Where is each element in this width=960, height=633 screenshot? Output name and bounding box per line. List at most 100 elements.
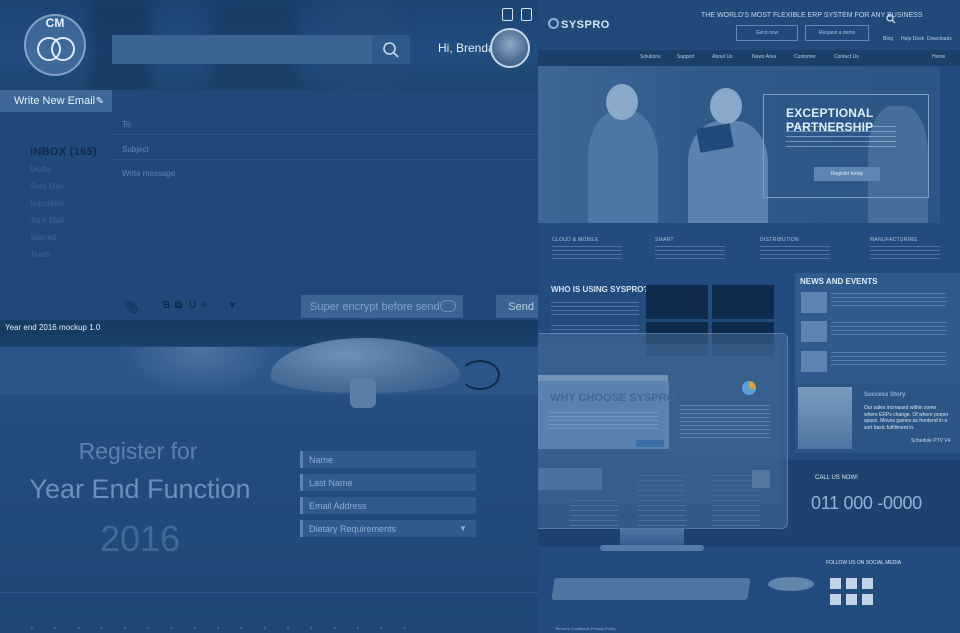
syspro-nav — [538, 50, 960, 66]
news-thumbnail[interactable] — [801, 292, 827, 313]
list-button[interactable]: ≡ — [201, 300, 207, 311]
syspro-search-icon[interactable] — [886, 11, 896, 29]
to-field[interactable]: To — [122, 120, 130, 129]
nav-item-about[interactable]: About Us — [712, 54, 733, 60]
sidebar-item-important[interactable]: Important — [30, 199, 64, 208]
news-item-text[interactable] — [831, 293, 946, 307]
news-thumbnail[interactable] — [801, 351, 827, 372]
promo-link[interactable]: Schedule PTV V4 — [911, 438, 950, 444]
category-text-4 — [870, 246, 940, 262]
compose-label: Write New Email — [14, 95, 96, 107]
news-thumbnail[interactable] — [801, 321, 827, 342]
attachment-icon[interactable]: 📎︎ — [124, 300, 139, 314]
googleplus-icon[interactable] — [862, 578, 873, 589]
chevron-down-icon: ▼ — [459, 524, 467, 533]
category-cloud-mobile[interactable]: CLOUD & MOBILE — [552, 237, 599, 243]
request-demo-button[interactable]: Request a demo — [805, 25, 869, 41]
sidebar-item-drafts[interactable]: Drafts — [30, 165, 51, 174]
inbox-count: (165) — [69, 146, 97, 158]
header-link-downloads[interactable]: Downloads — [927, 36, 952, 42]
search-button[interactable] — [372, 35, 410, 64]
register-today-button[interactable]: Register today — [814, 167, 880, 181]
linkedin-icon[interactable] — [862, 594, 873, 605]
sidebar-item-trash[interactable]: Trash — [30, 250, 50, 259]
twitter-icon[interactable] — [846, 578, 857, 589]
cm-logo-text: CM — [45, 16, 65, 30]
nav-item-support[interactable]: Support — [677, 54, 695, 60]
rings-icon — [37, 37, 75, 61]
encrypt-toggle[interactable] — [440, 300, 456, 312]
pencil-icon: ✎ — [95, 96, 104, 107]
subject-field[interactable]: Subject — [122, 145, 149, 154]
header-link-helpdesk[interactable]: Help Desk — [901, 36, 924, 42]
chart-icon — [742, 381, 756, 395]
nav-item-contact[interactable]: Contact Us — [834, 54, 859, 60]
sidebar-item-starred[interactable]: Starred — [30, 233, 56, 242]
get-it-now-button[interactable]: Get it now — [736, 25, 798, 41]
category-distribution[interactable]: DISTRIBUTION — [760, 237, 799, 243]
search-icon — [383, 41, 399, 58]
nav-item-home[interactable]: Home — [932, 54, 945, 60]
phone-number[interactable]: 011 000 -0000 — [811, 493, 922, 514]
client-logo[interactable] — [712, 285, 774, 319]
social-media-label: FOLLOW US ON SOCIAL MEDIA — [826, 560, 902, 566]
news-item-text[interactable] — [831, 352, 946, 366]
news-title: NEWS AND EVENTS — [800, 277, 878, 286]
mockup-title: Year end 2016 mockup 1.0 — [0, 320, 538, 335]
send-button[interactable]: Send — [496, 295, 538, 318]
browser-bar — [0, 335, 538, 346]
flickr-icon[interactable] — [846, 594, 857, 605]
inbox-label: INBOX — [30, 146, 67, 158]
divider — [0, 592, 538, 593]
call-us-label: CALL US NOW! — [815, 475, 858, 481]
youtube-icon[interactable] — [830, 594, 841, 605]
category-text-2 — [655, 246, 725, 262]
nav-item-news[interactable]: News Area — [752, 54, 776, 60]
nav-item-solutions[interactable]: Solutions — [640, 54, 661, 60]
news-item-text[interactable] — [831, 322, 946, 336]
calendar-icon[interactable] — [521, 8, 532, 21]
promo-title: Success Story — [864, 392, 906, 398]
who-text-1 — [551, 302, 639, 316]
link-button[interactable]: ⧉ — [175, 300, 182, 311]
category-text-1 — [552, 246, 622, 262]
why-choose-button[interactable] — [636, 440, 664, 447]
footer-links[interactable]: Terms & Conditions Privacy Policy — [555, 626, 616, 631]
sidebar-item-inbox[interactable]: INBOX (165) — [30, 146, 97, 158]
bg-tree — [120, 347, 280, 395]
header-link-blog[interactable]: Blog — [883, 36, 893, 42]
promo-worker-image — [798, 387, 852, 449]
mushroom-stem — [350, 378, 376, 408]
hero-person-1-head — [606, 84, 638, 120]
monitor-base — [600, 545, 704, 551]
name-field[interactable]: Name — [300, 451, 476, 468]
font-dropdown[interactable]: ▾ — [230, 300, 235, 311]
dietary-select[interactable]: Dietary Requirements — [300, 520, 476, 537]
nav-item-customer[interactable]: Customer — [794, 54, 816, 60]
why-choose-text — [548, 412, 658, 430]
message-field[interactable]: Write message — [122, 169, 175, 178]
hero-person-2-head — [710, 88, 742, 124]
bold-button[interactable]: B — [163, 300, 170, 311]
category-smart[interactable]: SMART — [655, 237, 674, 243]
hero-description — [786, 126, 896, 148]
search-input[interactable] — [112, 35, 374, 64]
encrypt-option[interactable]: Super encrypt before send — [301, 295, 463, 318]
notes-icon[interactable] — [502, 8, 513, 21]
pagination-dots[interactable]: ● ● ● ● ● ● ● ● ● ● ● ● ● ● ● ● ● — [30, 626, 415, 632]
client-logo[interactable] — [646, 285, 708, 319]
email-field[interactable]: Email Address — [300, 497, 476, 514]
keyboard-image — [551, 578, 751, 600]
hero-person-1 — [588, 111, 658, 223]
avatar[interactable] — [490, 28, 530, 68]
last-name-field[interactable]: Last Name — [300, 474, 476, 491]
write-new-email-button[interactable]: Write New Email ✎ — [0, 90, 112, 112]
syspro-logo[interactable]: SYSPRO — [561, 19, 610, 31]
divider — [112, 134, 538, 135]
facebook-icon[interactable] — [830, 578, 841, 589]
divider — [112, 159, 538, 160]
underline-button[interactable]: U — [189, 300, 196, 311]
category-manufacturing[interactable]: MANUFACTURING — [870, 237, 918, 243]
sidebar-item-junk[interactable]: Junk Mail — [30, 216, 64, 225]
sidebar-item-sent[interactable]: Sent Mail — [30, 182, 63, 191]
